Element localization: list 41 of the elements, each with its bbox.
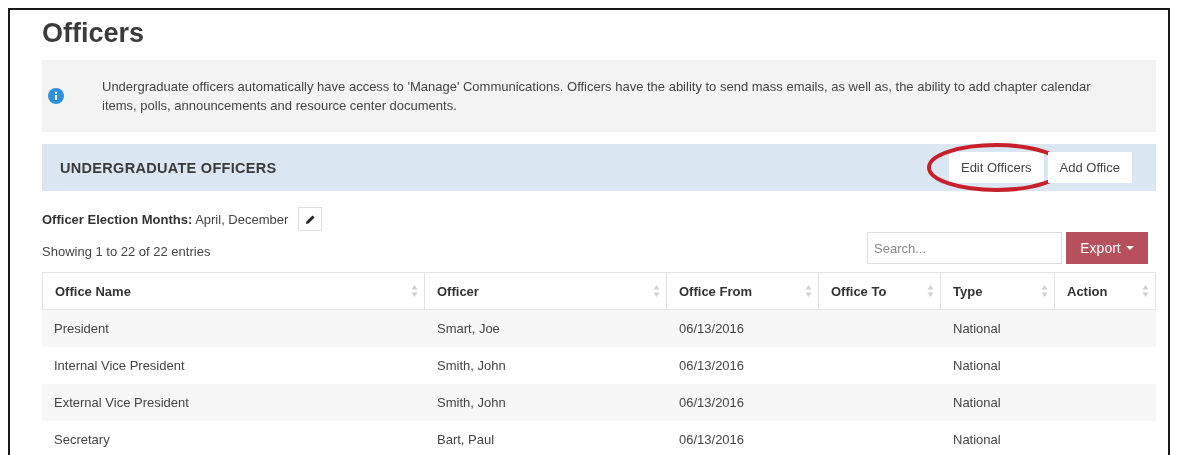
table-cell: 06/13/2016 (679, 432, 745, 447)
column-header[interactable]: Officer (425, 272, 667, 310)
sort-icon[interactable] (805, 284, 812, 298)
header-button[interactable]: Add Office (1047, 152, 1132, 183)
header-button[interactable]: Edit Officers (948, 152, 1044, 183)
table-cell: National (953, 321, 1001, 336)
sort-icon[interactable] (927, 284, 934, 298)
table-cell: National (953, 358, 1001, 373)
notice-text: Undergraduate officers automatically have access to 'Manage' Communications. Officers have the ability to send mass emails, as well as, the ability to add chapter calendar items, polls, announcements and resource center documents. (102, 78, 1092, 115)
table-cell: 06/13/2016 (679, 395, 745, 410)
column-header[interactable]: Office To (819, 272, 941, 310)
sort-icon[interactable] (653, 284, 660, 298)
entries-info: Showing 1 to 22 of 22 entries (42, 244, 211, 261)
table-cell: Smith, John (437, 395, 506, 410)
table-cell: President (54, 321, 109, 336)
sort-icon[interactable] (411, 284, 418, 298)
page-title: Officers (42, 17, 146, 50)
edit-button[interactable] (298, 207, 323, 231)
table-cell: National (953, 395, 1001, 410)
sort-icon[interactable] (1041, 284, 1048, 298)
column-header[interactable]: Type (941, 272, 1055, 310)
table-cell: 06/13/2016 (679, 321, 745, 336)
section-title: UNDERGRADUATE OFFICERS (60, 159, 277, 176)
caret-icon (1125, 246, 1134, 250)
column-header[interactable]: Action (1055, 272, 1156, 310)
table-cell: Smart, Joe (437, 321, 500, 336)
column-header[interactable]: Office From (667, 272, 819, 310)
table-cell: Smith, John (437, 358, 506, 373)
table-cell: Internal Vice President (54, 358, 185, 373)
table-cell: External Vice President (54, 395, 189, 410)
sort-icon[interactable] (1142, 284, 1149, 298)
pencil-icon (304, 213, 316, 225)
table-cell: National (953, 432, 1001, 447)
search-field[interactable]: Search... (867, 232, 1062, 264)
info-icon (48, 88, 64, 104)
table-cell: Bart, Paul (437, 432, 495, 447)
election-months: Officer Election Months: April, December (42, 211, 289, 227)
export-button[interactable]: Export (1066, 232, 1148, 264)
table-cell: 06/13/2016 (679, 358, 745, 373)
table-cell: Secretary (54, 432, 110, 447)
column-header[interactable]: Office Name (42, 272, 425, 310)
